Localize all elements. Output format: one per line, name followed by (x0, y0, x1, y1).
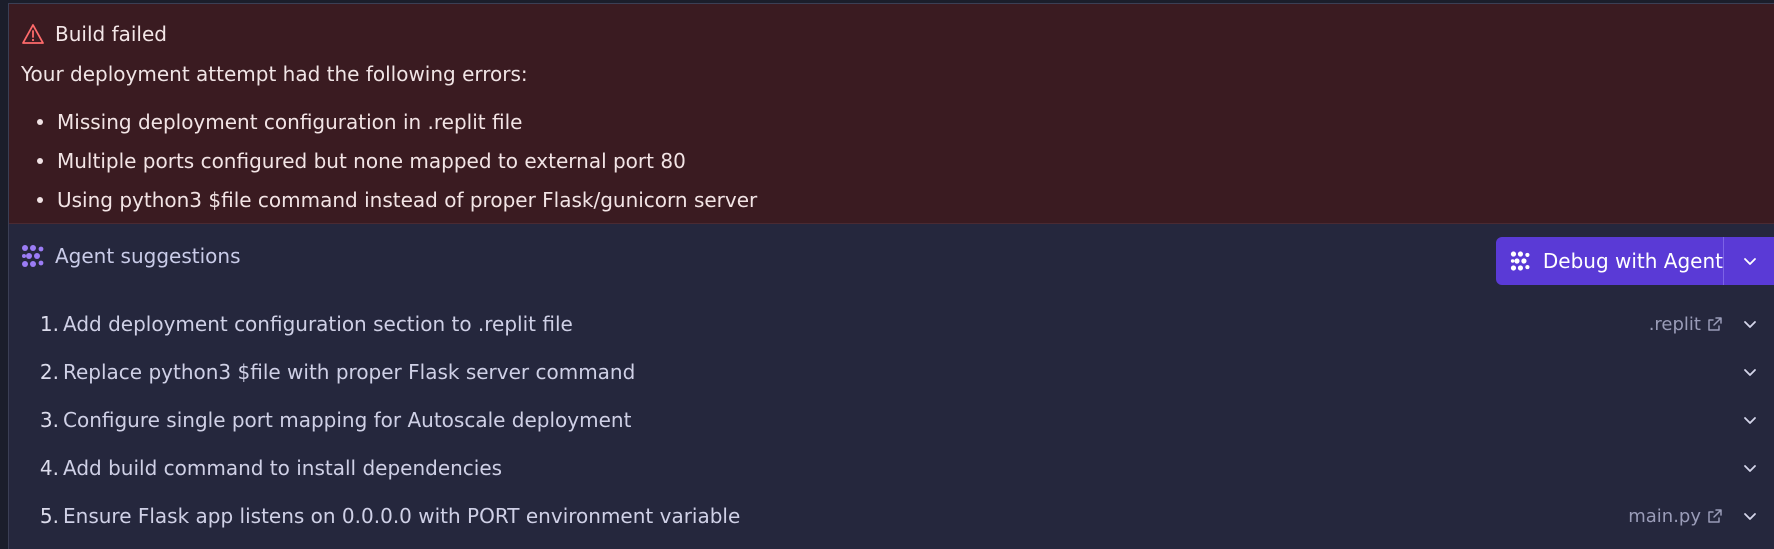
error-title: Build failed (55, 22, 167, 46)
agent-icon (1510, 251, 1530, 271)
error-header: Build failed (21, 22, 167, 46)
suggestion-row[interactable]: 1. Add deployment configuration section … (9, 300, 1774, 348)
build-error-panel: Build failed Your deployment attempt had… (9, 4, 1774, 224)
suggestion-row[interactable]: 2. Replace python3 $file with proper Fla… (9, 348, 1774, 396)
chevron-down-icon[interactable] (1741, 459, 1759, 477)
chevron-down-icon[interactable] (1741, 507, 1759, 525)
chevron-down-icon[interactable] (1741, 363, 1759, 381)
suggestion-text: Add build command to install dependencie… (63, 456, 503, 480)
suggestion-text: Configure single port mapping for Autosc… (63, 408, 632, 432)
suggestion-text: Ensure Flask app listens on 0.0.0.0 with… (63, 504, 741, 528)
suggestion-number: 2. (39, 360, 59, 384)
file-link[interactable]: .replit (1649, 314, 1723, 335)
debug-options-dropdown[interactable] (1724, 237, 1774, 285)
error-description: Your deployment attempt had the followin… (21, 62, 528, 86)
suggestion-number: 1. (39, 312, 59, 336)
error-item: Multiple ports configured but none mappe… (21, 141, 757, 180)
file-link-label: main.py (1628, 505, 1701, 527)
suggestion-list: 1. Add deployment configuration section … (9, 300, 1774, 540)
debug-button-label: Debug with Agent (1542, 249, 1723, 273)
external-link-icon (1708, 509, 1722, 523)
chevron-down-icon[interactable] (1741, 411, 1759, 429)
suggestion-text: Replace python3 $file with proper Flask … (63, 360, 636, 384)
suggestion-number: 3. (39, 408, 59, 432)
deployment-panel: Build failed Your deployment attempt had… (8, 3, 1774, 549)
debug-with-agent-button-group: Debug with Agent (1496, 237, 1774, 285)
suggestion-text: Add deployment configuration section to … (63, 312, 573, 336)
suggestion-row[interactable]: 5. Ensure Flask app listens on 0.0.0.0 w… (9, 492, 1774, 540)
agent-icon (22, 245, 44, 267)
warning-triangle-icon (22, 24, 44, 44)
error-item-text: Using python3 $file command instead of p… (57, 187, 758, 212)
suggestion-number: 4. (39, 456, 59, 480)
suggestion-number: 5. (39, 504, 59, 528)
agent-suggestions-title: Agent suggestions (55, 244, 241, 268)
suggestion-row[interactable]: 4. Add build command to install dependen… (9, 444, 1774, 492)
bullet (37, 118, 43, 125)
file-link[interactable]: main.py (1628, 506, 1723, 527)
chevron-down-icon (1743, 258, 1756, 265)
error-item-text: Missing deployment configuration in .rep… (57, 109, 523, 134)
agent-suggestions-header: Agent suggestions (21, 244, 241, 268)
error-item: Using python3 $file command instead of p… (21, 180, 757, 219)
bullet (37, 157, 43, 164)
suggestion-row[interactable]: 3. Configure single port mapping for Aut… (9, 396, 1774, 444)
external-link-icon (1708, 317, 1722, 331)
error-item-text: Multiple ports configured but none mappe… (57, 148, 686, 173)
error-item: Missing deployment configuration in .rep… (21, 102, 757, 141)
chevron-down-icon[interactable] (1741, 315, 1759, 333)
debug-with-agent-button[interactable]: Debug with Agent (1496, 237, 1724, 285)
bullet (37, 196, 43, 203)
file-link-label: .replit (1648, 313, 1701, 335)
error-list: Missing deployment configuration in .rep… (21, 102, 757, 219)
